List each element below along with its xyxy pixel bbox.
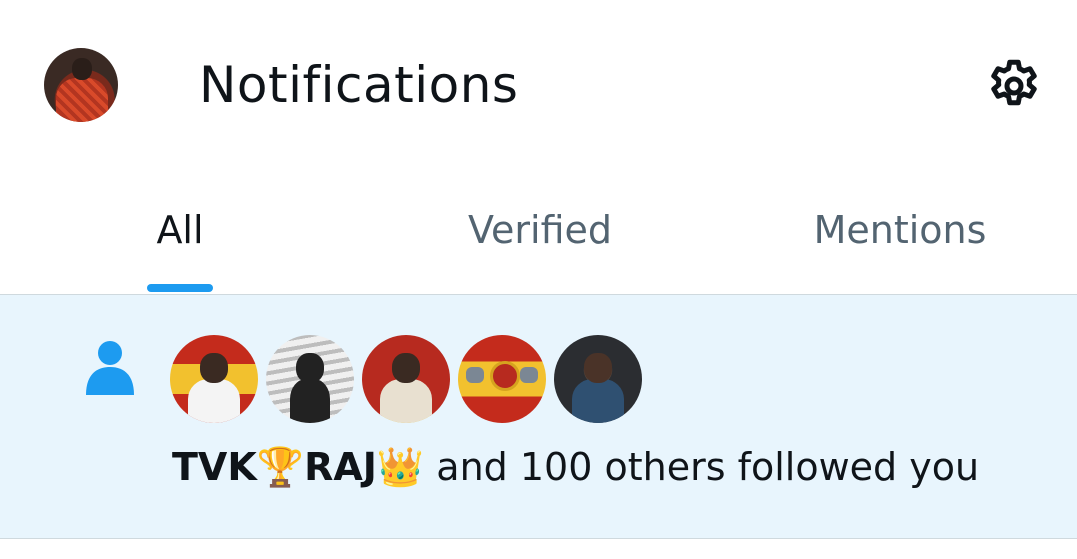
person-icon [86,341,134,395]
elephant-right-icon [520,367,538,383]
notification-text: TVK🏆RAJ👑 and 100 others followed you [172,445,979,490]
avatar-head [200,353,228,383]
actor-name[interactable]: TVK🏆RAJ👑 [172,445,424,489]
tab-all-label: All [156,208,204,252]
gear-icon[interactable] [984,56,1044,116]
follower-avatar-2[interactable] [266,335,354,423]
notification-tabs: All Verified Mentions [0,180,1077,295]
page-title: Notifications [199,56,519,114]
tab-verified-label: Verified [467,208,613,252]
avatar-torso [380,379,432,423]
active-tab-indicator [147,284,213,292]
tab-mentions[interactable]: Mentions [780,180,1020,294]
notification-message: and 100 others followed you [424,445,980,489]
avatar-figure-body [56,78,108,122]
follow-notification[interactable]: TVK🏆RAJ👑 and 100 others followed you [0,295,1077,539]
follower-avatar-3[interactable] [362,335,450,423]
profile-avatar[interactable] [44,48,118,122]
avatar-torso [572,379,624,423]
avatar-torso [188,379,240,423]
tab-verified[interactable]: Verified [420,180,660,294]
avatar-head [392,353,420,383]
follower-avatar-4[interactable] [458,335,546,423]
avatar-torso [290,379,330,423]
avatar-head [584,353,612,383]
avatar-figure-head [72,58,92,80]
tab-mentions-label: Mentions [813,208,987,252]
avatar-head [296,353,324,383]
follower-avatar-5[interactable] [554,335,642,423]
tab-all[interactable]: All [120,180,240,294]
emblem-icon [490,361,520,391]
follower-avatar-1[interactable] [170,335,258,423]
elephant-left-icon [466,367,484,383]
top-header: Notifications [0,0,1077,180]
